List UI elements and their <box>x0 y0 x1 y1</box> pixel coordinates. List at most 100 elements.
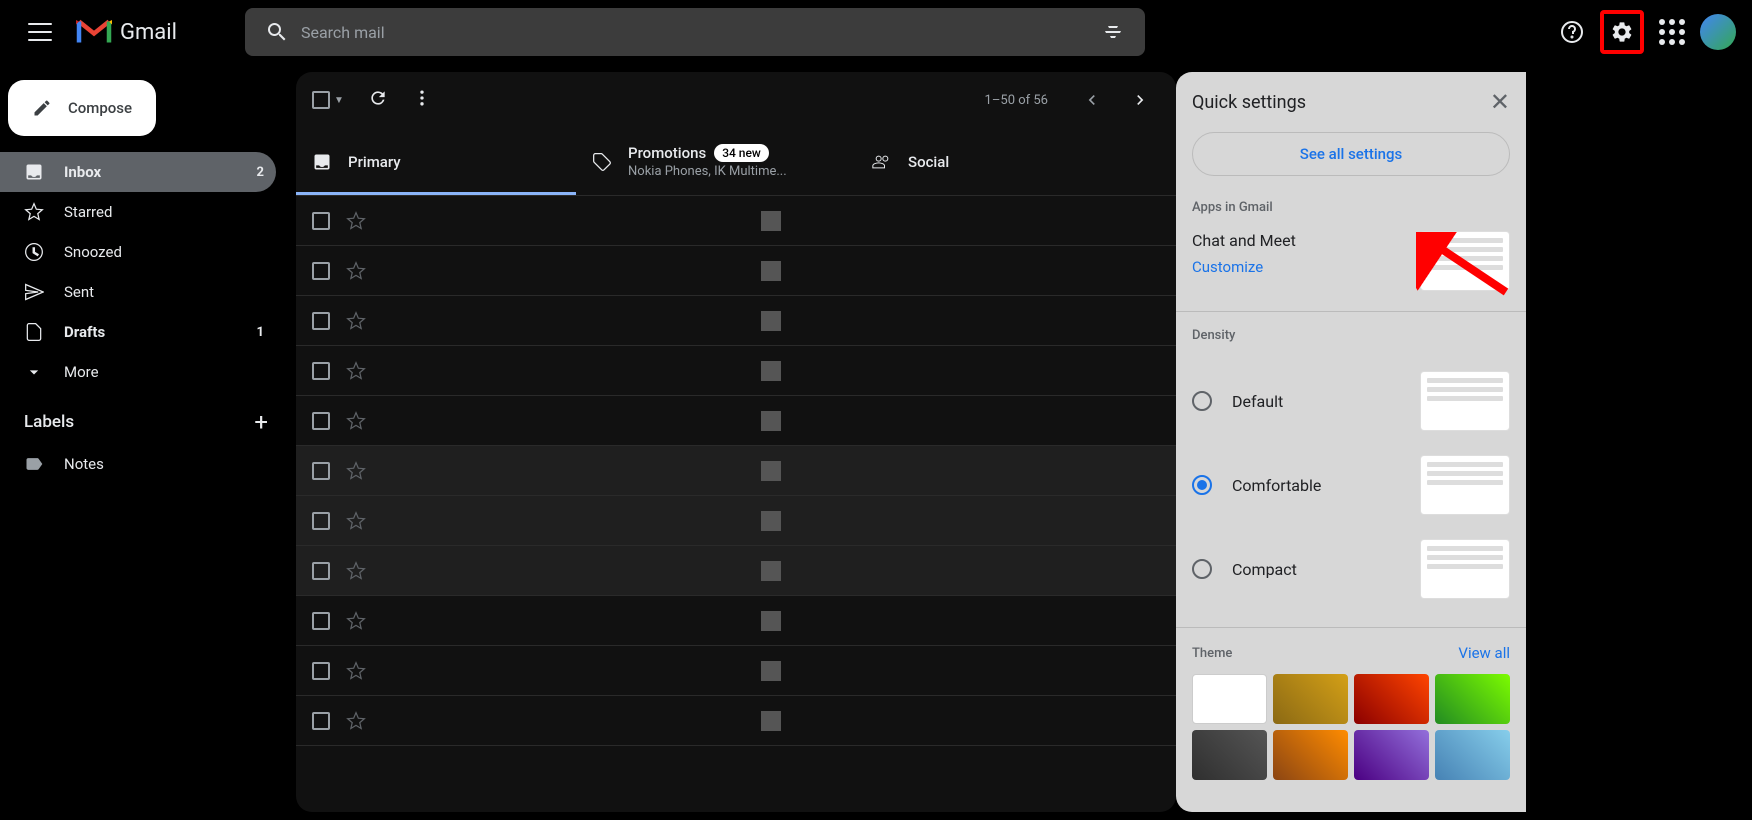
star-icon[interactable] <box>346 311 366 331</box>
more-button[interactable] <box>412 88 432 112</box>
quick-settings-panel: Quick settings ✕ See all settings Apps i… <box>1176 72 1526 812</box>
density-label: Default <box>1232 392 1283 411</box>
density-compact[interactable]: Compact <box>1192 527 1510 611</box>
email-row[interactable] <box>296 446 1176 496</box>
email-row[interactable] <box>296 596 1176 646</box>
view-all-themes-link[interactable]: View all <box>1458 644 1510 662</box>
search-icon[interactable] <box>253 8 301 56</box>
main-menu-button[interactable] <box>16 8 64 56</box>
sidebar-item-snoozed[interactable]: Snoozed <box>0 232 276 272</box>
theme-tile[interactable] <box>1435 730 1510 780</box>
close-settings-button[interactable]: ✕ <box>1490 88 1510 116</box>
star-icon[interactable] <box>346 661 366 681</box>
chat-meet-thumb <box>1420 231 1510 291</box>
tab-primary[interactable]: Primary <box>296 128 576 195</box>
search-input[interactable] <box>301 23 1089 42</box>
email-row[interactable] <box>296 646 1176 696</box>
file-icon <box>24 322 44 342</box>
theme-tile[interactable] <box>1354 730 1429 780</box>
support-button[interactable] <box>1552 12 1592 52</box>
nav-label: Starred <box>64 203 264 221</box>
chat-meet-row: Chat and Meet Customize <box>1192 231 1510 291</box>
star-icon[interactable] <box>346 461 366 481</box>
tab-social[interactable]: Social <box>856 128 1136 195</box>
density-thumb <box>1420 539 1510 599</box>
sidebar-item-inbox[interactable]: Inbox2 <box>0 152 276 192</box>
theme-tile[interactable] <box>1354 674 1429 724</box>
gmail-logo[interactable]: Gmail <box>76 18 177 46</box>
star-icon[interactable] <box>346 361 366 381</box>
theme-tile[interactable] <box>1273 674 1348 724</box>
email-checkbox[interactable] <box>312 212 330 230</box>
email-content-blurred <box>382 411 1160 431</box>
search-options-icon[interactable] <box>1089 8 1137 56</box>
star-icon[interactable] <box>346 211 366 231</box>
email-checkbox[interactable] <box>312 512 330 530</box>
add-label-button[interactable]: + <box>254 408 268 436</box>
theme-tile[interactable] <box>1192 730 1267 780</box>
star-icon <box>24 202 44 222</box>
email-row[interactable] <box>296 696 1176 746</box>
star-icon[interactable] <box>346 561 366 581</box>
google-apps-button[interactable] <box>1652 12 1692 52</box>
sidebar-item-more[interactable]: More <box>0 352 276 392</box>
see-all-settings-button[interactable]: See all settings <box>1192 132 1510 176</box>
density-default[interactable]: Default <box>1192 359 1510 443</box>
email-checkbox[interactable] <box>312 462 330 480</box>
compose-button[interactable]: Compose <box>8 80 156 136</box>
star-icon[interactable] <box>346 411 366 431</box>
checkbox-icon <box>312 91 330 109</box>
email-checkbox[interactable] <box>312 662 330 680</box>
email-checkbox[interactable] <box>312 312 330 330</box>
email-checkbox[interactable] <box>312 362 330 380</box>
theme-tile[interactable] <box>1435 674 1510 724</box>
sidebar-item-sent[interactable]: Sent <box>0 272 276 312</box>
inbox-icon <box>312 152 332 172</box>
theme-tile[interactable] <box>1192 674 1267 724</box>
select-all[interactable]: ▼ <box>312 91 344 109</box>
search-bar[interactable] <box>245 8 1145 56</box>
email-checkbox[interactable] <box>312 612 330 630</box>
nav-label: More <box>64 363 264 381</box>
email-checkbox[interactable] <box>312 412 330 430</box>
email-checkbox[interactable] <box>312 262 330 280</box>
density-comfortable[interactable]: Comfortable <box>1192 443 1510 527</box>
density-label: Comfortable <box>1232 476 1321 495</box>
more-vert-icon <box>412 88 432 108</box>
people-icon <box>872 152 892 172</box>
email-checkbox[interactable] <box>312 712 330 730</box>
customize-link[interactable]: Customize <box>1192 258 1296 276</box>
star-icon[interactable] <box>346 711 366 731</box>
density-thumb <box>1420 455 1510 515</box>
nav-count: 1 <box>257 325 264 340</box>
compose-label: Compose <box>68 99 132 117</box>
email-row[interactable] <box>296 246 1176 296</box>
prev-page-button[interactable] <box>1072 80 1112 120</box>
email-row[interactable] <box>296 396 1176 446</box>
sidebar-item-drafts[interactable]: Drafts 1 <box>0 312 276 352</box>
email-list <box>296 196 1176 812</box>
star-icon[interactable] <box>346 611 366 631</box>
next-page-button[interactable] <box>1120 80 1160 120</box>
label-notes[interactable]: Notes <box>0 444 276 484</box>
tab-subtitle: Nokia Phones, IK Multime... <box>628 164 787 179</box>
email-row[interactable] <box>296 196 1176 246</box>
star-icon[interactable] <box>346 261 366 281</box>
email-row[interactable] <box>296 496 1176 546</box>
email-row[interactable] <box>296 546 1176 596</box>
tab-promotions[interactable]: Promotions34 newNokia Phones, IK Multime… <box>576 128 856 195</box>
star-icon[interactable] <box>346 511 366 531</box>
account-avatar[interactable] <box>1700 14 1736 50</box>
category-tabs: PrimaryPromotions34 newNokia Phones, IK … <box>296 128 1176 196</box>
nav-label: Drafts <box>64 323 237 341</box>
sidebar: Compose Inbox2 Starred SnoozedSent Drafts 1 M… <box>0 64 288 820</box>
email-checkbox[interactable] <box>312 562 330 580</box>
radio-icon <box>1192 559 1212 579</box>
email-row[interactable] <box>296 296 1176 346</box>
settings-button[interactable] <box>1606 16 1638 48</box>
theme-tile[interactable] <box>1273 730 1348 780</box>
density-section-title: Density <box>1192 328 1510 343</box>
email-row[interactable] <box>296 346 1176 396</box>
sidebar-item-starred[interactable]: Starred <box>0 192 276 232</box>
refresh-button[interactable] <box>368 88 388 112</box>
